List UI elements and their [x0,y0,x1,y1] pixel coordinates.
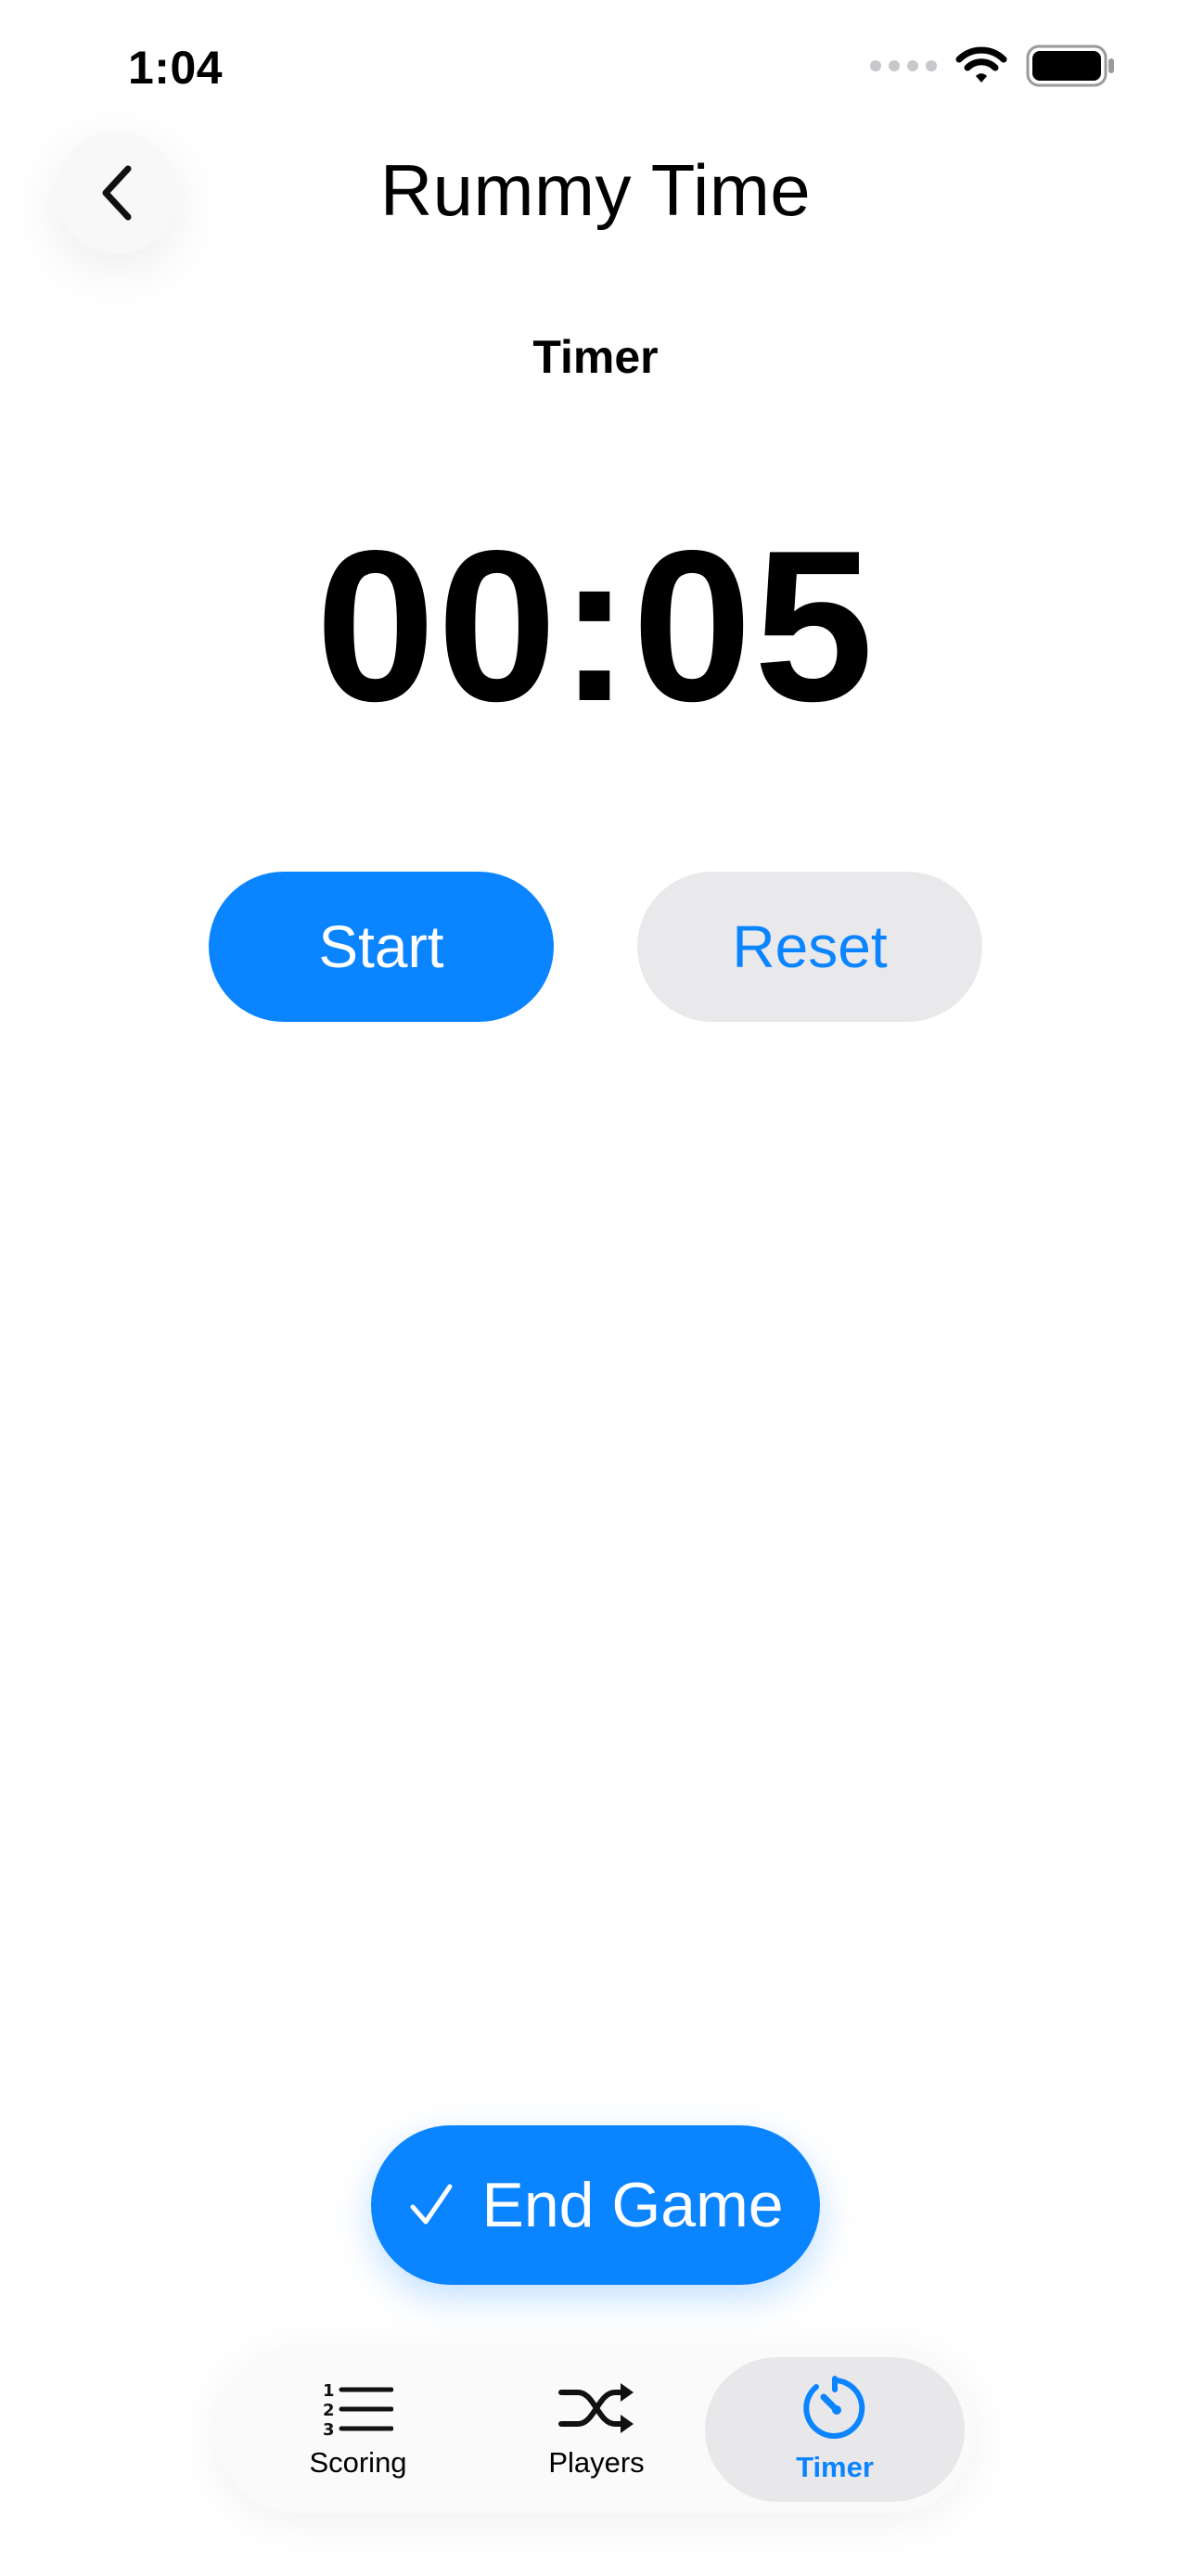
start-button[interactable]: Start [209,872,554,1022]
battery-icon [1026,45,1114,87]
tab-timer-label: Timer [796,2451,874,2483]
cellular-signal-icon [870,60,937,71]
start-button-label: Start [318,913,444,980]
tab-bar: 1 2 3 Scoring Players Timer [215,2346,976,2513]
section-title: Timer [532,331,659,383]
end-game-button[interactable]: End Game [371,2125,820,2285]
reset-button-label: Reset [732,913,888,980]
timer-display: 00:05 [315,506,876,746]
numbered-list-icon: 1 2 3 [323,2381,393,2437]
tab-scoring-label: Scoring [309,2446,407,2479]
status-bar-time: 1:04 [128,42,224,94]
tab-players[interactable]: Players [467,2357,726,2502]
tab-scoring[interactable]: 1 2 3 Scoring [228,2357,488,2502]
checkmark-icon [410,2184,453,2225]
timer-icon [803,2376,865,2439]
svg-text:2: 2 [323,2401,335,2420]
svg-text:3: 3 [323,2420,335,2437]
svg-text:1: 1 [323,2381,335,2401]
status-bar-icons [870,45,1117,87]
tab-players-label: Players [548,2446,645,2479]
tab-timer[interactable]: Timer [705,2357,965,2502]
wifi-icon [955,46,1007,83]
shuffle-icon [558,2383,634,2433]
page-title: Rummy Time [379,149,812,231]
end-game-label: End Game [481,2170,784,2240]
reset-button[interactable]: Reset [637,872,982,1022]
